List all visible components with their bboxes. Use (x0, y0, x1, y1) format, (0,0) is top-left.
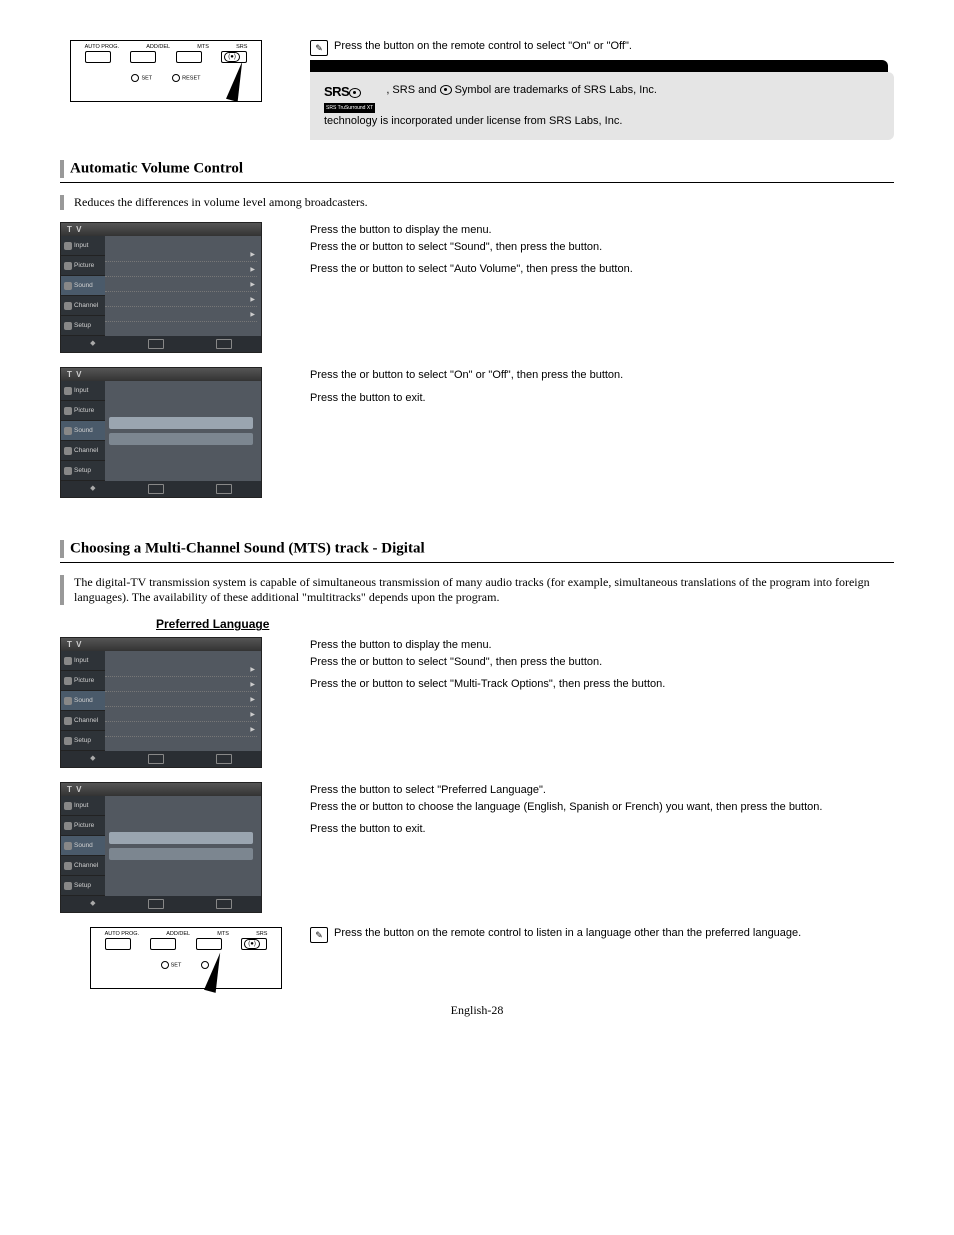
section-intro: Reduces the differences in volume level … (60, 195, 894, 210)
instruction-step: Press the or button to select "Multi-Tra… (310, 676, 894, 693)
remote-button (130, 51, 156, 63)
instruction-step: Press the button to select "Preferred La… (310, 782, 894, 815)
remote-diagram: AUTO PROG. ADD/DEL MTS SRS (●) SET (90, 927, 282, 989)
instruction-step: Press the button to exit. (310, 821, 894, 838)
section-intro: The digital-TV transmission system is ca… (60, 575, 894, 605)
tv-menu-screenshot: T V Input Picture Sound Channel Setup ◆ (60, 222, 262, 353)
instruction-step: Press the or button to select "Auto Volu… (310, 261, 894, 278)
note-icon: ✎ (310, 40, 328, 56)
note-text: Press the button on the remote control t… (334, 927, 801, 939)
note-text: Press the button on the remote control t… (334, 40, 632, 52)
srs-logo: SRS SRS TruSurround XT (324, 82, 375, 113)
remote-label: SRS (236, 44, 247, 50)
tv-menu-screenshot: T V Input Picture Sound Channel Setup ◆ (60, 367, 262, 498)
remote-bottom-label: SET (131, 74, 152, 82)
remote-label: AUTO PROG. (85, 44, 119, 50)
instruction-step: Press the or button to select "On" or "O… (310, 367, 894, 384)
tv-menu-screenshot: T V Input Picture Sound Channel Setup ◆ (60, 637, 262, 768)
page-number: English-28 (60, 1003, 894, 1018)
remote-button (176, 51, 202, 63)
section-title-auto-volume: Automatic Volume Control (60, 158, 894, 183)
instruction-step: Press the button to display the menu. Pr… (310, 637, 894, 670)
remote-label: MTS (197, 44, 209, 50)
remote-button (85, 51, 111, 63)
remote-diagram: AUTO PROG. ADD/DEL MTS SRS (●) SET RESET (70, 40, 262, 102)
srs-trademark-box: SRS SRS TruSurround XT , SRS and Symbol … (310, 72, 894, 140)
remote-bottom-label: RESET (172, 74, 200, 82)
pointer-arrow-icon (204, 952, 226, 994)
note-icon: ✎ (310, 927, 328, 943)
instruction-step: Press the button to display the menu. Pr… (310, 222, 894, 255)
remote-label: ADD/DEL (146, 44, 170, 50)
section-title-mts: Choosing a Multi-Channel Sound (MTS) tra… (60, 538, 894, 563)
sub-heading-preferred-language: Preferred Language (156, 617, 894, 631)
tv-menu-screenshot: T V Input Picture Sound Channel Setup ◆ (60, 782, 262, 913)
instruction-step: Press the button to exit. (310, 390, 894, 407)
